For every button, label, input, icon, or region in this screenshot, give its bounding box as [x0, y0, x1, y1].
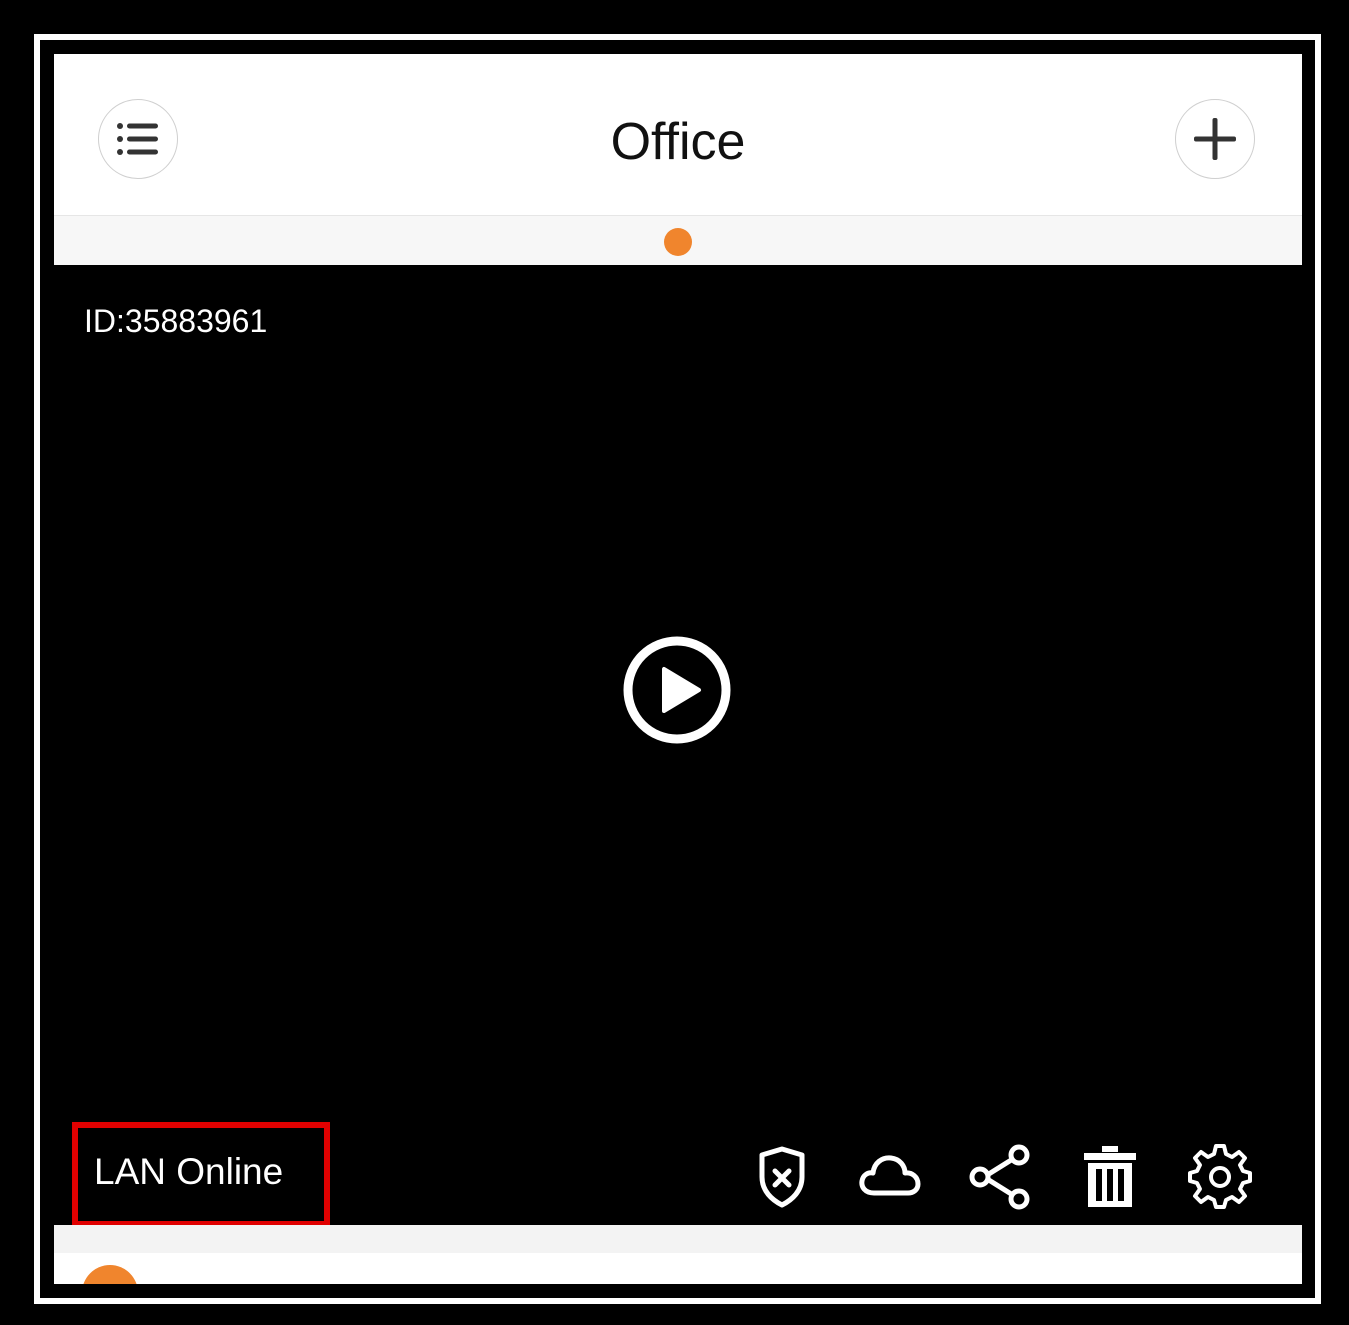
camera-preview[interactable]: ID:35883961 LAN Online — [54, 265, 1302, 1227]
page-dot-active — [664, 228, 692, 256]
cloud-icon[interactable] — [856, 1143, 924, 1211]
page-indicator — [54, 216, 1302, 265]
next-card-body — [54, 1253, 1302, 1284]
gear-icon[interactable] — [1186, 1143, 1254, 1211]
plus-icon — [1194, 118, 1236, 160]
connection-status: LAN Online — [94, 1151, 284, 1192]
top-header: Office — [54, 54, 1302, 216]
play-icon[interactable] — [622, 635, 732, 745]
app-screen: Office ID:35883961 LAN Online — [54, 54, 1302, 1284]
next-device-card[interactable] — [54, 1225, 1302, 1284]
share-icon[interactable] — [966, 1143, 1034, 1211]
device-id-label: ID:35883961 — [84, 303, 268, 339]
add-device-button[interactable] — [1175, 99, 1255, 179]
trash-icon[interactable] — [1076, 1143, 1144, 1211]
page-title: Office — [610, 113, 746, 171]
shield-x-icon[interactable] — [748, 1143, 816, 1211]
